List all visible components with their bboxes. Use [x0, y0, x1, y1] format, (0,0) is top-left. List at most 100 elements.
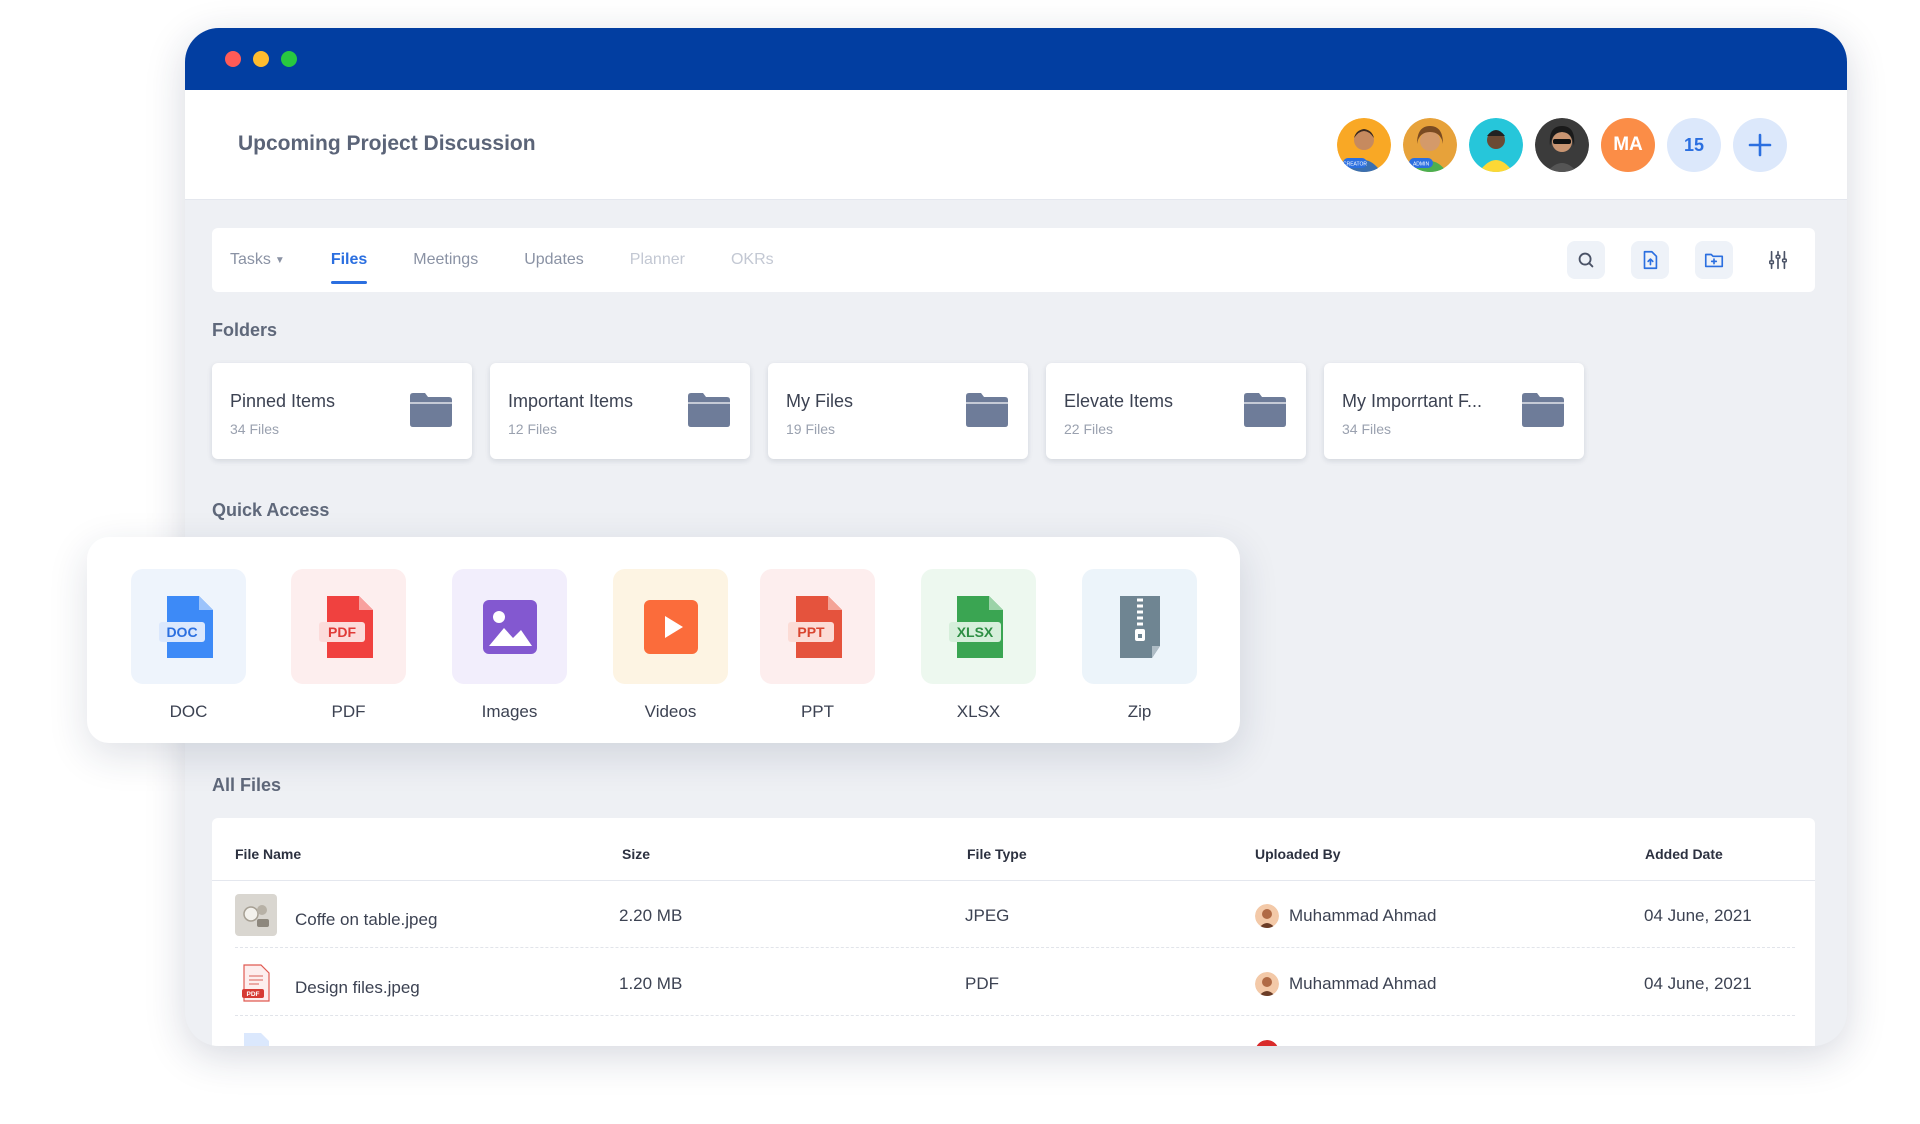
folders-heading: Folders [212, 320, 278, 340]
toolbar-actions [1567, 241, 1797, 279]
file-name: Coffe on table.jpeg [295, 910, 438, 929]
quick-access-label: Images [481, 702, 538, 721]
all-files-heading: All Files [212, 775, 282, 795]
svg-text:CREATOR: CREATOR [1343, 162, 1367, 168]
folder-icon [410, 393, 452, 427]
folder-name: Important Items [508, 391, 634, 411]
doc-file-icon: DOC [158, 595, 213, 658]
table-row[interactable]: PDF Design files.jpeg 1.20 MB PDF Muhamm… [212, 948, 1815, 1016]
folder-file-count: 34 Files [230, 421, 280, 437]
quick-access-zip[interactable]: Zip [1082, 569, 1197, 722]
folder-card[interactable]: My Files 19 Files [768, 363, 1028, 459]
folder-name: My Imporrtant F... [1342, 391, 1483, 411]
file-size: 2.20 MB [619, 906, 683, 925]
folder-card[interactable]: Elevate Items 22 Files [1046, 363, 1306, 459]
member-avatar-initials[interactable]: MA [1601, 118, 1655, 172]
column-header-file-name[interactable]: File Name [235, 846, 301, 862]
tab-updates[interactable]: Updates [524, 228, 584, 292]
tab-tasks[interactable]: Tasks ▼ [230, 228, 285, 292]
tab-tasks-label: Tasks [230, 251, 271, 268]
ppt-file-icon: PPT [787, 595, 842, 658]
xlsx-tile: XLSX [921, 569, 1036, 684]
column-header-file-type[interactable]: File Type [967, 846, 1027, 862]
quick-access-doc[interactable]: DOC DOC [131, 569, 246, 722]
pdf-file-icon: PDF [235, 962, 277, 1004]
column-header-uploaded-by[interactable]: Uploaded By [1255, 846, 1341, 862]
filter-sliders-icon [1769, 250, 1787, 270]
member-avatar-3[interactable] [1469, 118, 1523, 172]
uploader-avatar [1255, 972, 1279, 996]
svg-text:PDF: PDF [328, 624, 356, 640]
quick-access-xlsx[interactable]: XLSX XLSX [921, 569, 1036, 722]
new-folder-button[interactable] [1695, 241, 1733, 279]
new-folder-icon [1704, 253, 1724, 268]
doc-file-icon [235, 1030, 277, 1046]
folder-file-count: 12 Files [508, 421, 558, 437]
doc-tile: DOC [131, 569, 246, 684]
folder-name: My Files [786, 391, 853, 411]
quick-access-label: Videos [644, 702, 697, 721]
image-thumbnail-icon [235, 894, 277, 936]
folder-icon [1522, 393, 1564, 427]
table-row[interactable]: Coffe on table.jpeg 2.20 MB JPEG Muhamma… [212, 880, 1815, 948]
quick-access-label: Zip [1127, 702, 1152, 721]
added-date: 04 June, 2021 [1644, 974, 1752, 993]
file-type: PDF [965, 974, 999, 993]
folder-file-count: 34 Files [1342, 421, 1392, 437]
filter-button[interactable] [1759, 241, 1797, 279]
folder-icon [688, 393, 730, 427]
files-table: File Name Size File Type Uploaded By Add… [212, 818, 1815, 1046]
quick-access-panel: DOC DOC PDF PDF Images Videos PPT PPT XL… [87, 537, 1240, 743]
tab-planner[interactable]: Planner [630, 228, 685, 292]
member-avatar-creator[interactable]: CREATOR [1337, 118, 1391, 172]
search-icon [1578, 252, 1594, 268]
folder-card[interactable]: Pinned Items 34 Files [212, 363, 472, 459]
svg-text:DOC: DOC [166, 624, 197, 640]
videos-tile [613, 569, 728, 684]
images-tile [452, 569, 567, 684]
page-title: Upcoming Project Discussion [238, 132, 536, 155]
quick-access-pdf[interactable]: PDF PDF [291, 569, 406, 722]
folder-icon [966, 393, 1008, 427]
folder-card[interactable]: Important Items 12 Files [490, 363, 750, 459]
column-header-added-date[interactable]: Added Date [1645, 846, 1723, 862]
video-play-icon [643, 599, 698, 654]
project-header: Upcoming Project Discussion CREATOR ADMI… [185, 90, 1847, 200]
quick-access-label: DOC [169, 702, 208, 721]
column-header-size[interactable]: Size [622, 846, 650, 862]
folder-card[interactable]: My Imporrtant F... 34 Files [1324, 363, 1584, 459]
pdf-file-icon: PDF [318, 595, 373, 658]
quick-access-ppt[interactable]: PPT PPT [760, 569, 875, 722]
member-avatar-4[interactable] [1535, 118, 1589, 172]
folder-file-count: 22 Files [1064, 421, 1114, 437]
xlsx-file-icon: XLSX [948, 595, 1003, 658]
folder-name: Elevate Items [1064, 391, 1174, 411]
files-toolbar: Tasks ▼ Files Meetings Updates Planner OK… [212, 228, 1815, 292]
member-count-badge[interactable]: 15 [1667, 118, 1721, 172]
uploader-name: Muhammad Ahmad [1289, 906, 1437, 925]
tab-files[interactable]: Files [330, 228, 368, 292]
folder-file-count: 19 Files [786, 421, 836, 437]
uploader-name: Muhammad Ahmad [1289, 974, 1437, 993]
svg-text:PDF: PDF [247, 991, 260, 998]
quick-access-videos[interactable]: Videos [613, 569, 728, 722]
member-avatar-admin[interactable]: ADMIN [1403, 118, 1457, 172]
zip-archive-icon [1119, 595, 1160, 658]
close-window-button[interactable] [225, 51, 241, 67]
maximize-window-button[interactable] [281, 51, 297, 67]
quick-access-images[interactable]: Images [452, 569, 567, 722]
minimize-window-button[interactable] [253, 51, 269, 67]
folder-icon [1244, 393, 1286, 427]
zip-tile [1082, 569, 1197, 684]
upload-file-icon [1643, 250, 1658, 270]
search-button[interactable] [1567, 241, 1605, 279]
file-type: JPEG [965, 906, 1010, 925]
svg-text:ADMIN: ADMIN [1413, 162, 1430, 168]
tab-meetings[interactable]: Meetings [413, 228, 478, 292]
quick-access-label: PDF [331, 702, 366, 721]
tab-bar: Tasks ▼ Files Meetings Updates Planner OK… [230, 228, 774, 292]
tab-okrs[interactable]: OKRs [731, 228, 774, 292]
member-list: CREATOR ADMIN MA 15 [1337, 118, 1787, 172]
add-member-button[interactable] [1733, 118, 1787, 172]
upload-file-button[interactable] [1631, 241, 1669, 279]
